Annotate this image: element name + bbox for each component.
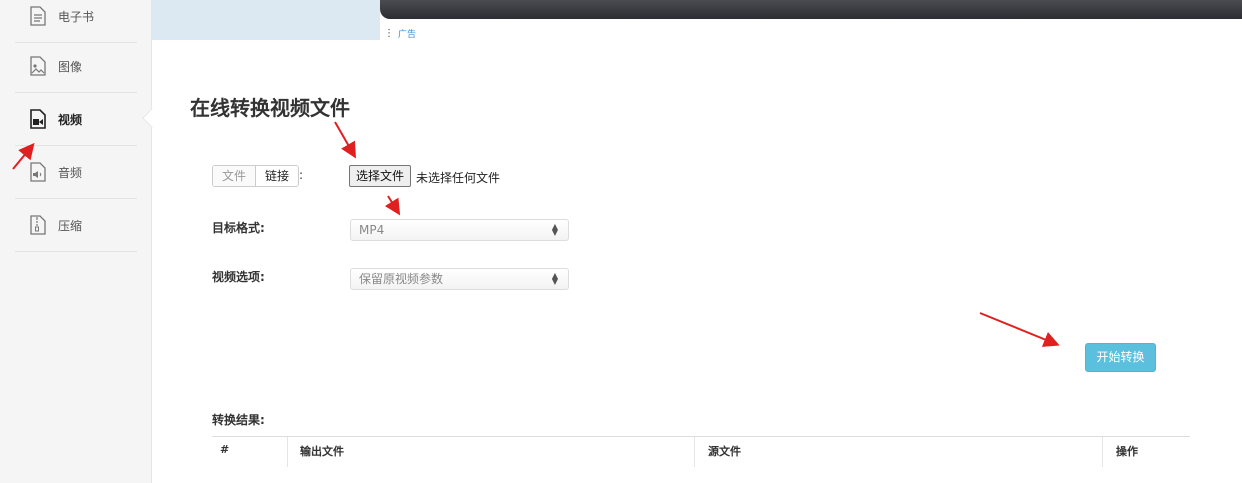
column-divider (694, 437, 695, 467)
annotation-arrow-format (384, 195, 401, 216)
sidebar-item-label: 图像 (58, 59, 83, 74)
annotation-arrow-start (979, 312, 1060, 347)
sidebar-item-label: 电子书 (58, 9, 95, 24)
ad-banner-left[interactable] (152, 0, 380, 40)
select-caret-icon: ▲ ▼ (551, 271, 558, 286)
audio-icon (27, 161, 49, 183)
sidebar-item-audio[interactable]: 音频 (15, 146, 137, 199)
more-vertical-icon[interactable]: ⋮ (384, 28, 394, 39)
video-options-value: 保留原视频参数 (359, 272, 444, 286)
sidebar: 电子书 图像 视频 音频 压缩 (0, 0, 152, 483)
sidebar-item-label: 压缩 (58, 218, 83, 233)
video-icon (27, 108, 49, 130)
page-title: 在线转换视频文件 (190, 96, 350, 120)
sidebar-item-label: 音频 (58, 165, 83, 180)
sidebar-item-image[interactable]: 图像 (15, 40, 137, 93)
column-divider (1102, 437, 1103, 467)
video-options-label: 视频选项: (212, 270, 265, 284)
column-header-actions: 操作 (1116, 445, 1138, 458)
column-header-index: # (220, 443, 230, 456)
file-status: 未选择任何文件 (416, 171, 501, 185)
annotation-arrow-choose-file (334, 121, 356, 159)
select-caret-icon: ▲ ▼ (551, 222, 558, 237)
column-header-source: 源文件 (708, 445, 741, 458)
ad-banner[interactable] (380, 0, 1242, 19)
column-header-output: 输出文件 (300, 445, 344, 458)
results-table: # 输出文件 源文件 操作 (212, 436, 1190, 467)
ad-label: 广告 (398, 30, 417, 40)
target-format-label: 目标格式: (212, 221, 265, 235)
column-divider (287, 437, 288, 467)
choose-file-button[interactable]: 选择文件 (349, 165, 412, 187)
toggle-colon: : (299, 168, 304, 182)
target-format-value: MP4 (359, 223, 385, 237)
sidebar-item-label: 视频 (58, 112, 83, 127)
image-icon (27, 55, 49, 77)
sidebar-item-ebook[interactable]: 电子书 (15, 0, 137, 43)
target-format-select[interactable]: MP4 ▲ ▼ (350, 219, 569, 241)
video-options-select[interactable]: 保留原视频参数 ▲ ▼ (350, 268, 569, 290)
sidebar-item-archive[interactable]: 压缩 (15, 199, 137, 252)
ebook-icon (27, 5, 49, 27)
source-toggle: 文件 链接 (212, 165, 300, 187)
page: 电子书 图像 视频 音频 压缩 ⋮ 广告 在线转换视频文件 文件 链接: 选择… (0, 0, 1242, 483)
results-label: 转换结果: (212, 413, 265, 427)
link-tab[interactable]: 链接 (256, 166, 299, 186)
file-tab[interactable]: 文件 (213, 166, 257, 186)
ad-tag[interactable]: ⋮ 广告 (384, 27, 416, 40)
archive-icon (27, 214, 49, 236)
sidebar-item-video[interactable]: 视频 (15, 93, 137, 146)
start-convert-button[interactable]: 开始转换 (1085, 343, 1156, 372)
annotation-arrows (12, 121, 1060, 347)
